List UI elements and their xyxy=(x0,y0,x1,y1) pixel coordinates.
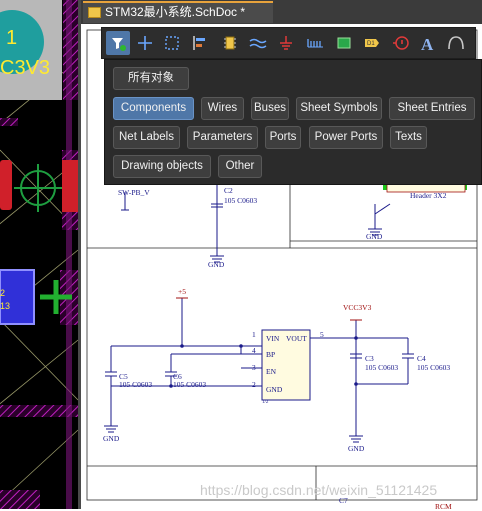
power-vcc-label: VCC3V3 xyxy=(343,303,372,312)
c4-ref: C4 xyxy=(417,354,426,363)
rcm-label: RCM xyxy=(435,502,452,511)
filter-parameters[interactable]: Parameters xyxy=(187,126,258,149)
filter-button[interactable] xyxy=(106,31,130,55)
tab-schdoc[interactable]: STM32最小系统.SchDoc * xyxy=(83,1,273,23)
align-button[interactable] xyxy=(188,31,212,55)
no-erc-icon xyxy=(393,36,409,50)
ldo-gnd-pin: GND xyxy=(266,385,283,394)
svg-text:A: A xyxy=(421,35,434,54)
no-erc-button[interactable] xyxy=(389,31,413,55)
select-area-button[interactable] xyxy=(160,31,184,55)
crosshair-icon xyxy=(138,36,152,50)
component-icon xyxy=(224,36,236,50)
bus-icon xyxy=(249,38,267,49)
pcb-artwork: 1 C3V3 2 13 xyxy=(0,0,78,509)
c5-value: 105 C0603 xyxy=(119,380,153,389)
filter-texts[interactable]: Texts xyxy=(390,126,427,149)
filter-buses[interactable]: Buses xyxy=(251,97,289,120)
filter-sheet-entries[interactable]: Sheet Entries xyxy=(389,97,475,120)
pin-2-number: 2 xyxy=(252,380,256,389)
all-objects-button[interactable]: 所有对象 xyxy=(113,67,189,90)
port-icon xyxy=(307,39,323,48)
filter-wires[interactable]: Wires xyxy=(201,97,244,120)
ldo-part-ref: 1/2 xyxy=(262,400,269,405)
ground-icon xyxy=(280,36,292,50)
document-tab-bar: STM32最小系统.SchDoc * xyxy=(81,0,482,24)
tab-title: STM32最小系统.SchDoc * xyxy=(105,5,246,19)
filter-icon xyxy=(112,38,126,51)
gnd-label-1: GND xyxy=(208,260,225,269)
power-plus5-label: +5 xyxy=(178,287,186,296)
move-button[interactable] xyxy=(133,31,157,55)
sheet-symbol-icon xyxy=(337,37,351,49)
place-component-button[interactable] xyxy=(218,31,242,55)
schematic-document-icon xyxy=(88,7,101,18)
pin-1-number: 1 xyxy=(252,330,256,339)
pin-5-number: 5 xyxy=(320,330,324,339)
svg-text:1: 1 xyxy=(6,27,17,49)
ldo-en-pin: EN xyxy=(266,367,276,376)
header-label: Header 3X2 xyxy=(410,191,447,200)
c2-ref: C2 xyxy=(224,186,233,195)
arc-icon xyxy=(448,36,464,50)
gnd-label-2: GND xyxy=(366,232,383,241)
net-label-icon: D1 xyxy=(365,39,379,47)
place-arc-button[interactable] xyxy=(444,31,468,55)
place-power-port-button[interactable] xyxy=(274,31,298,55)
svg-text:C3V3: C3V3 xyxy=(0,57,50,79)
pin-3-number: 3 xyxy=(252,363,256,372)
filter-ports[interactable]: Ports xyxy=(265,126,301,149)
gnd-label-4: GND xyxy=(348,444,365,453)
pcb-view-pane[interactable]: 1 C3V3 2 13 xyxy=(0,0,78,509)
ldo-vout-pin: VOUT xyxy=(286,334,307,343)
filter-net-labels[interactable]: Net Labels xyxy=(113,126,180,149)
filter-power-ports[interactable]: Power Ports xyxy=(309,126,383,149)
svg-text:2: 2 xyxy=(0,288,5,298)
filter-other[interactable]: Other xyxy=(218,155,262,178)
svg-text:13: 13 xyxy=(0,301,10,311)
active-bar-toolbar: D1 A xyxy=(101,27,476,59)
filter-components[interactable]: Components xyxy=(113,97,194,120)
place-net-label-button[interactable]: D1 xyxy=(360,31,384,55)
ldo-bp-pin: BP xyxy=(266,350,276,359)
gnd-label-3: GND xyxy=(103,434,120,443)
c2-value: 105 C0603 xyxy=(224,196,258,205)
c3-ref: C3 xyxy=(365,354,374,363)
c6-value: 105 C0603 xyxy=(173,380,207,389)
select-rect-icon xyxy=(165,36,179,50)
filter-sheet-symbols[interactable]: Sheet Symbols xyxy=(296,97,382,120)
ldo-vin-pin: VIN xyxy=(266,334,280,343)
watermark-text: https://blog.csdn.net/weixin_51121425 xyxy=(200,482,438,498)
text-icon: A xyxy=(421,35,434,54)
place-port-button[interactable] xyxy=(303,31,327,55)
c3-value: 105 C0603 xyxy=(365,363,399,372)
c4-value: 105 C0603 xyxy=(417,363,451,372)
align-icon xyxy=(193,36,205,50)
place-bus-button[interactable] xyxy=(246,31,270,55)
selection-filter-popup: 所有对象 Components Wires Buses Sheet Symbol… xyxy=(104,59,482,185)
pin-4-number: 4 xyxy=(252,346,256,355)
svg-text:D1: D1 xyxy=(367,41,375,47)
place-sheet-symbol-button[interactable] xyxy=(332,31,356,55)
filter-drawing-objects[interactable]: Drawing objects xyxy=(113,155,211,178)
switch-label: SW-PB_V xyxy=(118,188,150,197)
place-text-button[interactable]: A xyxy=(416,31,440,55)
